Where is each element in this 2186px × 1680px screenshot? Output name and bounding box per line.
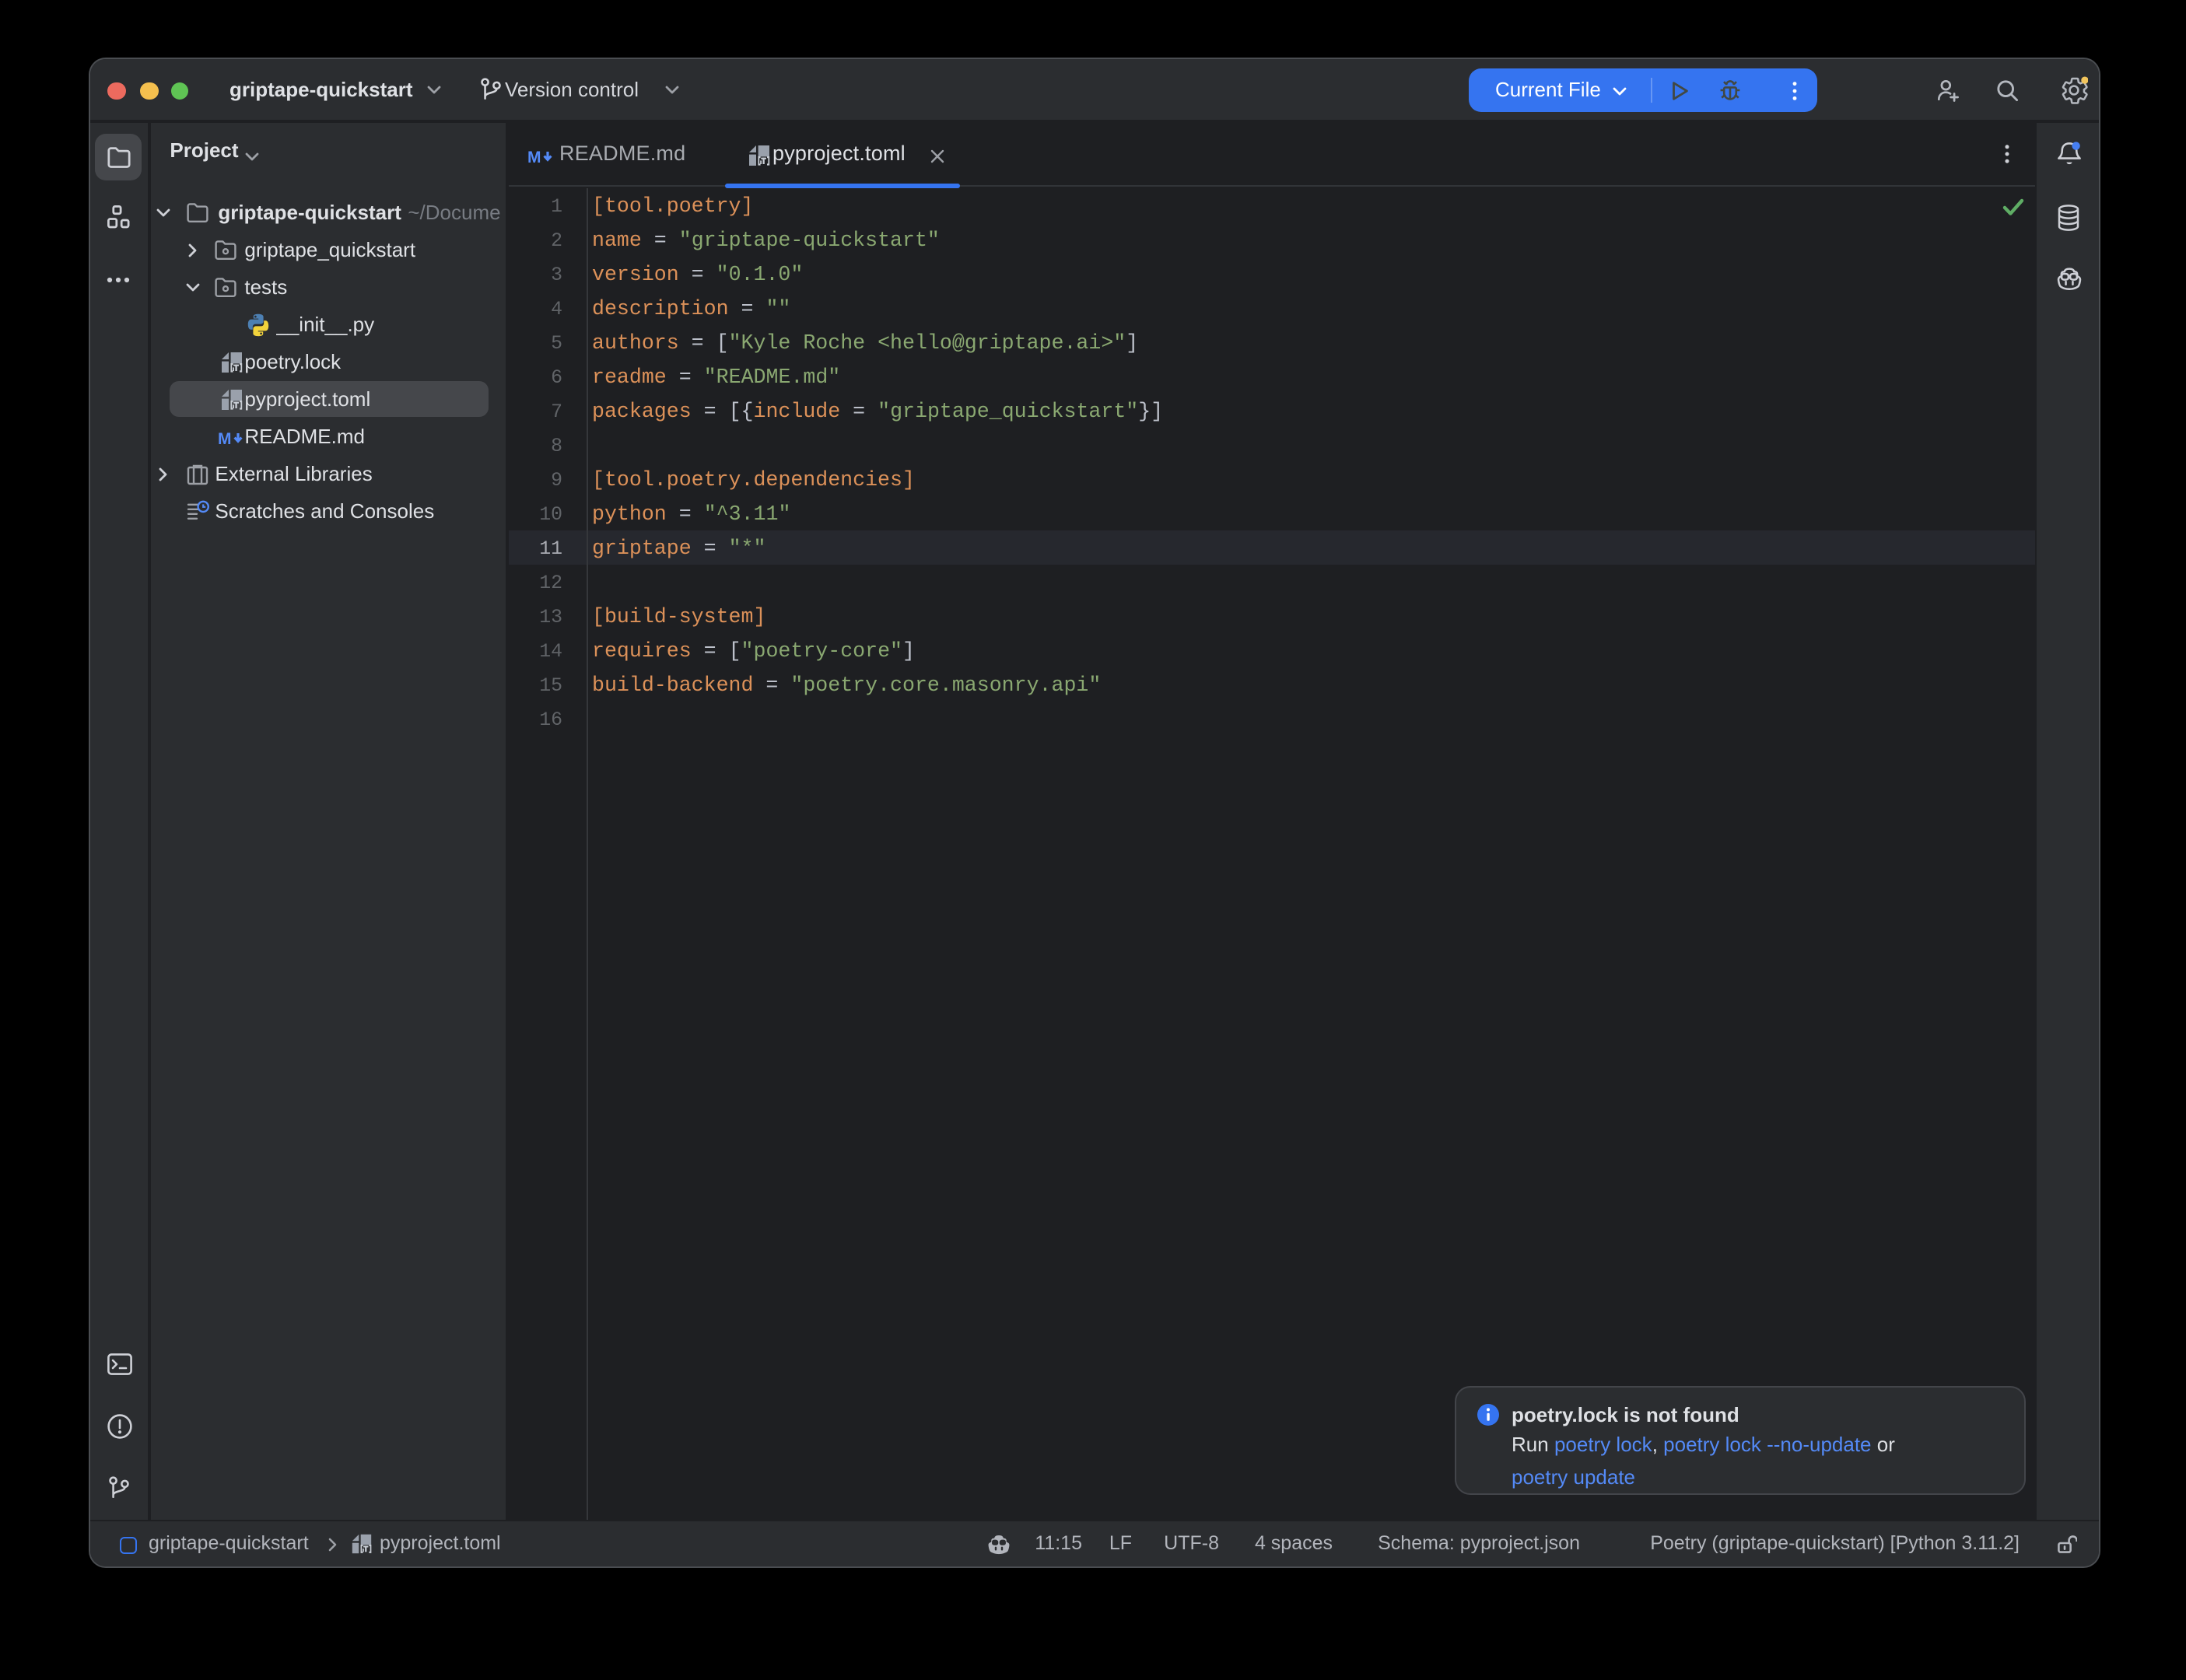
svg-text:M: M xyxy=(218,430,232,448)
svg-text:M: M xyxy=(527,149,541,166)
